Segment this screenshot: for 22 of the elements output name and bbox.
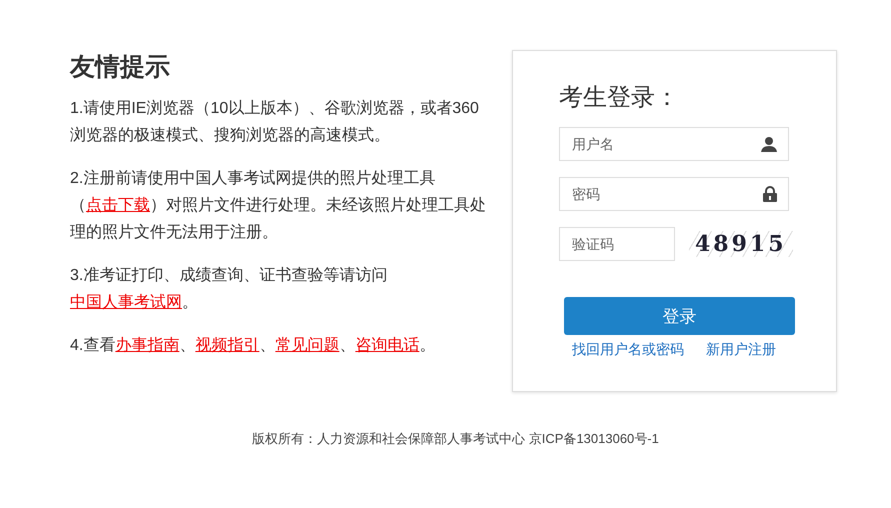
tip-link[interactable]: 视频指引 <box>195 337 260 354</box>
captcha-field[interactable]: 验证码 <box>559 227 675 261</box>
tip-link[interactable]: 中国人事考试网 <box>70 294 182 311</box>
copyright-text: 版权所有：人力资源和社会保障部人事考试中心 京ICP备13013060号-1 <box>252 431 659 446</box>
lock-icon <box>763 186 777 202</box>
captcha-image[interactable]: 48915 <box>689 231 793 257</box>
username-field[interactable]: 用户名 <box>559 127 789 161</box>
tip-link[interactable]: 办事指南 <box>115 337 180 354</box>
tip-link[interactable]: 常见问题 <box>275 337 340 354</box>
account-link[interactable]: 新用户注册 <box>706 341 776 359</box>
tip-link[interactable]: 点击下载 <box>86 197 150 214</box>
login-title: 考生登录： <box>559 83 680 113</box>
tip-text: 2.注册前请使用中国人事考试网提供的照片处理工具（点击下载）对照片文件进行处理。未经该照片处理工具处理的照片文件无法用于注册。 <box>70 168 487 243</box>
user-icon <box>761 136 777 152</box>
password-field[interactable]: 密码 <box>559 177 789 211</box>
tip-text: 4.查看办事指南、视频指引、常见问题、咨询电话。 <box>70 336 436 356</box>
login-button[interactable]: 登录 <box>564 297 795 335</box>
tips-title: 友情提示 <box>70 52 171 83</box>
tip-link[interactable]: 咨询电话 <box>355 337 420 354</box>
tip-text: 1.请使用IE浏览器（10以上版本）、谷歌浏览器，或者360浏览器的极速模式、搜狗浏览器的高速模式。 <box>70 98 480 146</box>
tip-text: 3.准考证打印、成绩查询、证书查验等请访问 中国人事考试网。 <box>70 266 388 313</box>
account-link[interactable]: 找回用户名或密码 <box>572 341 684 359</box>
